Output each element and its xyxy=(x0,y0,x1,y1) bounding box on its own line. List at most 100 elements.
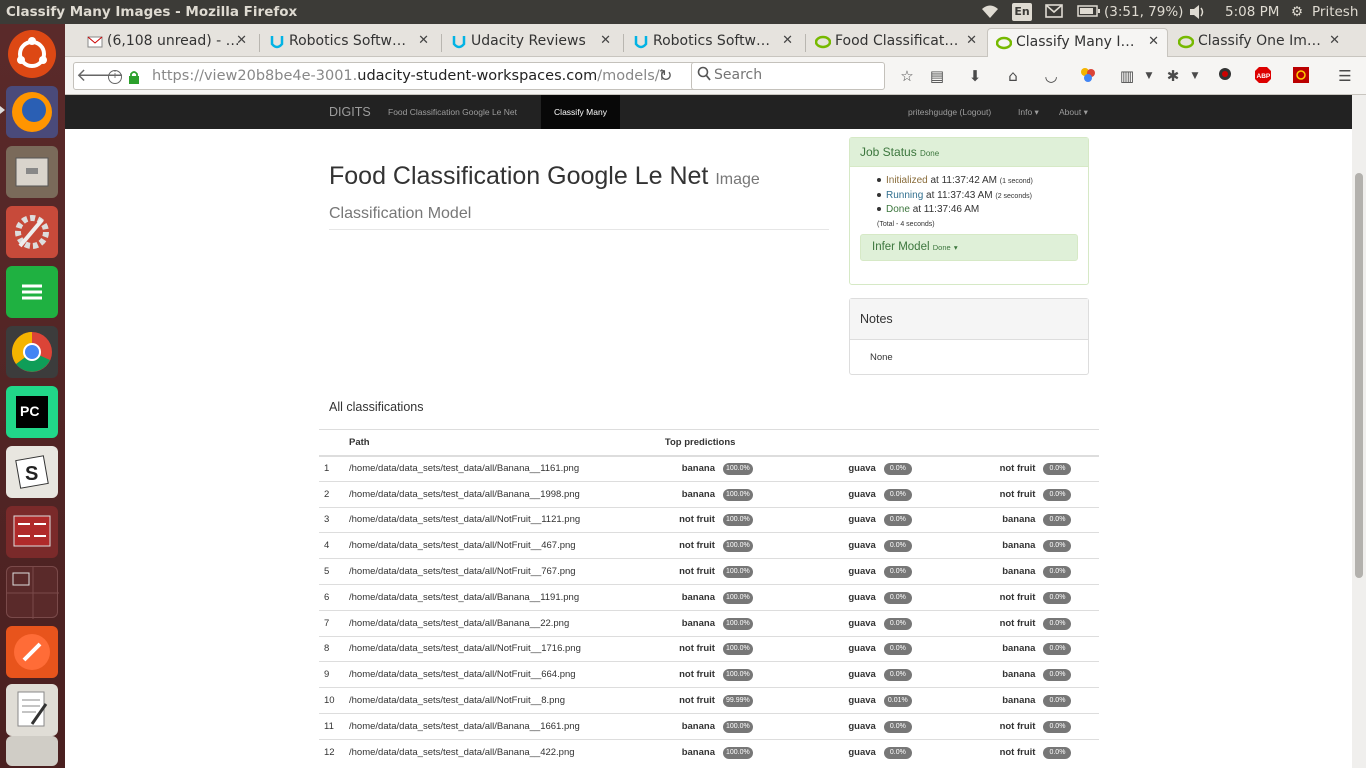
probability-badge: 0.0% xyxy=(883,617,912,630)
probability-badge: 100.0% xyxy=(722,566,753,579)
close-tab-icon[interactable]: ✕ xyxy=(966,33,977,48)
close-tab-icon[interactable]: ✕ xyxy=(600,33,611,48)
url-text[interactable]: https://view20b8be4e-3001.udacity-studen… xyxy=(152,68,664,84)
pocket-icon[interactable]: ◡ xyxy=(1041,66,1061,86)
workspace-switcher-icon[interactable] xyxy=(6,566,59,619)
close-tab-icon[interactable]: ✕ xyxy=(782,33,793,48)
colorful-extension-icon[interactable] xyxy=(1078,66,1098,86)
download-arrow-icon[interactable]: ⬇ xyxy=(965,66,985,86)
trash-launcher-icon[interactable] xyxy=(6,736,58,766)
prediction-label: guava xyxy=(785,687,884,714)
digits-brand-link[interactable]: DIGITS xyxy=(329,95,371,129)
close-tab-icon[interactable]: ✕ xyxy=(1148,34,1159,49)
tab-classify-many-images[interactable]: Classify Many I… ✕ xyxy=(987,28,1168,57)
back-arrow-icon[interactable]: 🡐 xyxy=(76,65,124,87)
info-menu[interactable]: Info ▾ xyxy=(1018,95,1039,129)
red-extension-icon[interactable] xyxy=(1291,66,1311,86)
prediction-label: guava xyxy=(785,455,884,482)
prediction-badge-cell: 0.0% xyxy=(1043,661,1099,688)
home-icon[interactable]: ⌂ xyxy=(1003,66,1023,86)
dropdown-arrow-icon[interactable]: ▼ xyxy=(1139,66,1159,86)
volume-icon[interactable] xyxy=(1188,4,1206,24)
search-box[interactable] xyxy=(691,62,885,90)
close-tab-icon[interactable]: ✕ xyxy=(236,33,247,48)
probability-badge: 100.0% xyxy=(722,643,753,656)
probability-badge: 0.0% xyxy=(883,566,912,579)
bug-extension-icon[interactable]: ✱ xyxy=(1163,66,1183,86)
top-predictions-header: Top predictions xyxy=(664,429,1099,457)
page-scrollbar[interactable] xyxy=(1352,95,1366,768)
terminal-launcher-icon[interactable] xyxy=(6,506,58,558)
tab-udacity-reviews[interactable]: Udacity Reviews ✕ xyxy=(443,28,619,57)
ubuntu-top-panel: Classify Many Images - Mozilla Firefox E… xyxy=(0,0,1366,24)
tab-classify-one-image[interactable]: Classify One Im… ✕ xyxy=(1170,28,1348,57)
classifications-table: Path Top predictions 1/home/data/data_se… xyxy=(319,429,1099,766)
bookmark-star-icon[interactable]: ☆ xyxy=(897,66,917,86)
probability-badge: 0.0% xyxy=(1043,540,1072,553)
svg-text:S: S xyxy=(25,463,38,485)
keyboard-language-indicator[interactable]: En xyxy=(1012,3,1032,21)
adblock-plus-icon[interactable]: ABP xyxy=(1253,66,1273,86)
probability-badge: 0.0% xyxy=(883,540,912,553)
image-path: /home/data/data_sets/test_data/all/NotFr… xyxy=(349,635,665,662)
tab-robotics-software-2[interactable]: Robotics Softw… ✕ xyxy=(625,28,801,57)
breadcrumb-classify-many[interactable]: Classify Many xyxy=(541,95,620,129)
search-input[interactable] xyxy=(714,67,874,83)
table-row: 7/home/data/data_sets/test_data/all/Bana… xyxy=(319,609,1099,637)
breadcrumb-model-link[interactable]: Food Classification Google Le Net xyxy=(388,95,517,129)
row-index: 12 xyxy=(319,738,349,766)
files-launcher-icon[interactable] xyxy=(6,146,58,198)
url-bar[interactable]: 🡐 i https://view20b8be4e-3001.udacity-st… xyxy=(73,62,748,90)
dropdown-arrow-icon[interactable]: ▼ xyxy=(1185,66,1205,86)
infer-model-panel[interactable]: Infer Model Done ▾ xyxy=(860,234,1078,261)
mail-icon xyxy=(87,35,103,49)
probability-badge: 0.0% xyxy=(1043,695,1072,708)
image-path: /home/data/data_sets/test_data/all/NotFr… xyxy=(349,532,665,559)
prediction-badge-cell: 100.0% xyxy=(722,635,786,662)
wifi-icon[interactable] xyxy=(980,4,1000,24)
postman-launcher-icon[interactable] xyxy=(6,626,58,678)
probability-badge: 100.0% xyxy=(722,591,753,604)
prediction-badge-cell: 0.0% xyxy=(883,506,944,533)
tab-separator xyxy=(623,34,624,52)
prediction-badge-cell: 100.0% xyxy=(722,480,786,508)
prediction-badge-cell: 0.0% xyxy=(883,609,944,637)
user-name[interactable]: Pritesh xyxy=(1312,4,1358,20)
ubuntu-dash-icon[interactable] xyxy=(8,30,56,78)
close-tab-icon[interactable]: ✕ xyxy=(1329,33,1340,48)
system-settings-launcher-icon[interactable] xyxy=(6,206,58,258)
tab-gmail[interactable]: (6,108 unread) - … ✕ xyxy=(79,28,255,57)
table-row: 5/home/data/data_sets/test_data/all/NotF… xyxy=(319,558,1099,585)
prediction-label: guava xyxy=(785,480,884,508)
about-menu[interactable]: About ▾ xyxy=(1059,95,1088,129)
chrome-launcher-icon[interactable] xyxy=(6,326,58,378)
row-index: 5 xyxy=(319,558,349,585)
close-tab-icon[interactable]: ✕ xyxy=(418,33,429,48)
hamburger-menu-icon[interactable]: ☰ xyxy=(1335,66,1355,86)
slack-launcher-icon[interactable]: S xyxy=(6,446,58,498)
user-logout-link[interactable]: priteshgudge (Logout) xyxy=(908,95,991,129)
probability-badge: 100.0% xyxy=(722,488,753,501)
info-icon[interactable]: i xyxy=(108,70,122,84)
mail-indicator-icon[interactable] xyxy=(1045,4,1063,22)
scrollbar-thumb[interactable] xyxy=(1355,173,1363,578)
settings-gear-icon[interactable]: ⚙ xyxy=(1291,4,1303,20)
clock[interactable]: 5:08 PM xyxy=(1225,4,1279,20)
lastpass-extension-icon[interactable] xyxy=(1215,66,1235,86)
sublime-launcher-icon[interactable] xyxy=(6,266,58,318)
tab-robotics-software-1[interactable]: Robotics Softw… ✕ xyxy=(261,28,437,57)
prediction-badge-cell: 0.0% xyxy=(883,455,944,482)
text-editor-launcher-icon[interactable] xyxy=(6,684,58,736)
clipboard-extension-icon[interactable]: ▥ xyxy=(1117,66,1137,86)
pycharm-launcher-icon[interactable]: PC xyxy=(6,386,58,438)
prediction-label: not fruit xyxy=(664,661,723,688)
reading-list-icon[interactable]: ▤ xyxy=(927,66,947,86)
tab-food-classification[interactable]: Food Classificat… ✕ xyxy=(807,28,985,57)
battery-icon[interactable] xyxy=(1077,4,1101,22)
reload-icon[interactable]: ↻ xyxy=(659,66,672,85)
firefox-launcher-icon[interactable] xyxy=(6,86,58,138)
battery-status: (3:51, 79%) xyxy=(1104,4,1184,20)
window-title: Classify Many Images - Mozilla Firefox xyxy=(6,4,298,20)
nvidia-icon xyxy=(995,36,1013,50)
prediction-label: banana xyxy=(664,712,723,740)
